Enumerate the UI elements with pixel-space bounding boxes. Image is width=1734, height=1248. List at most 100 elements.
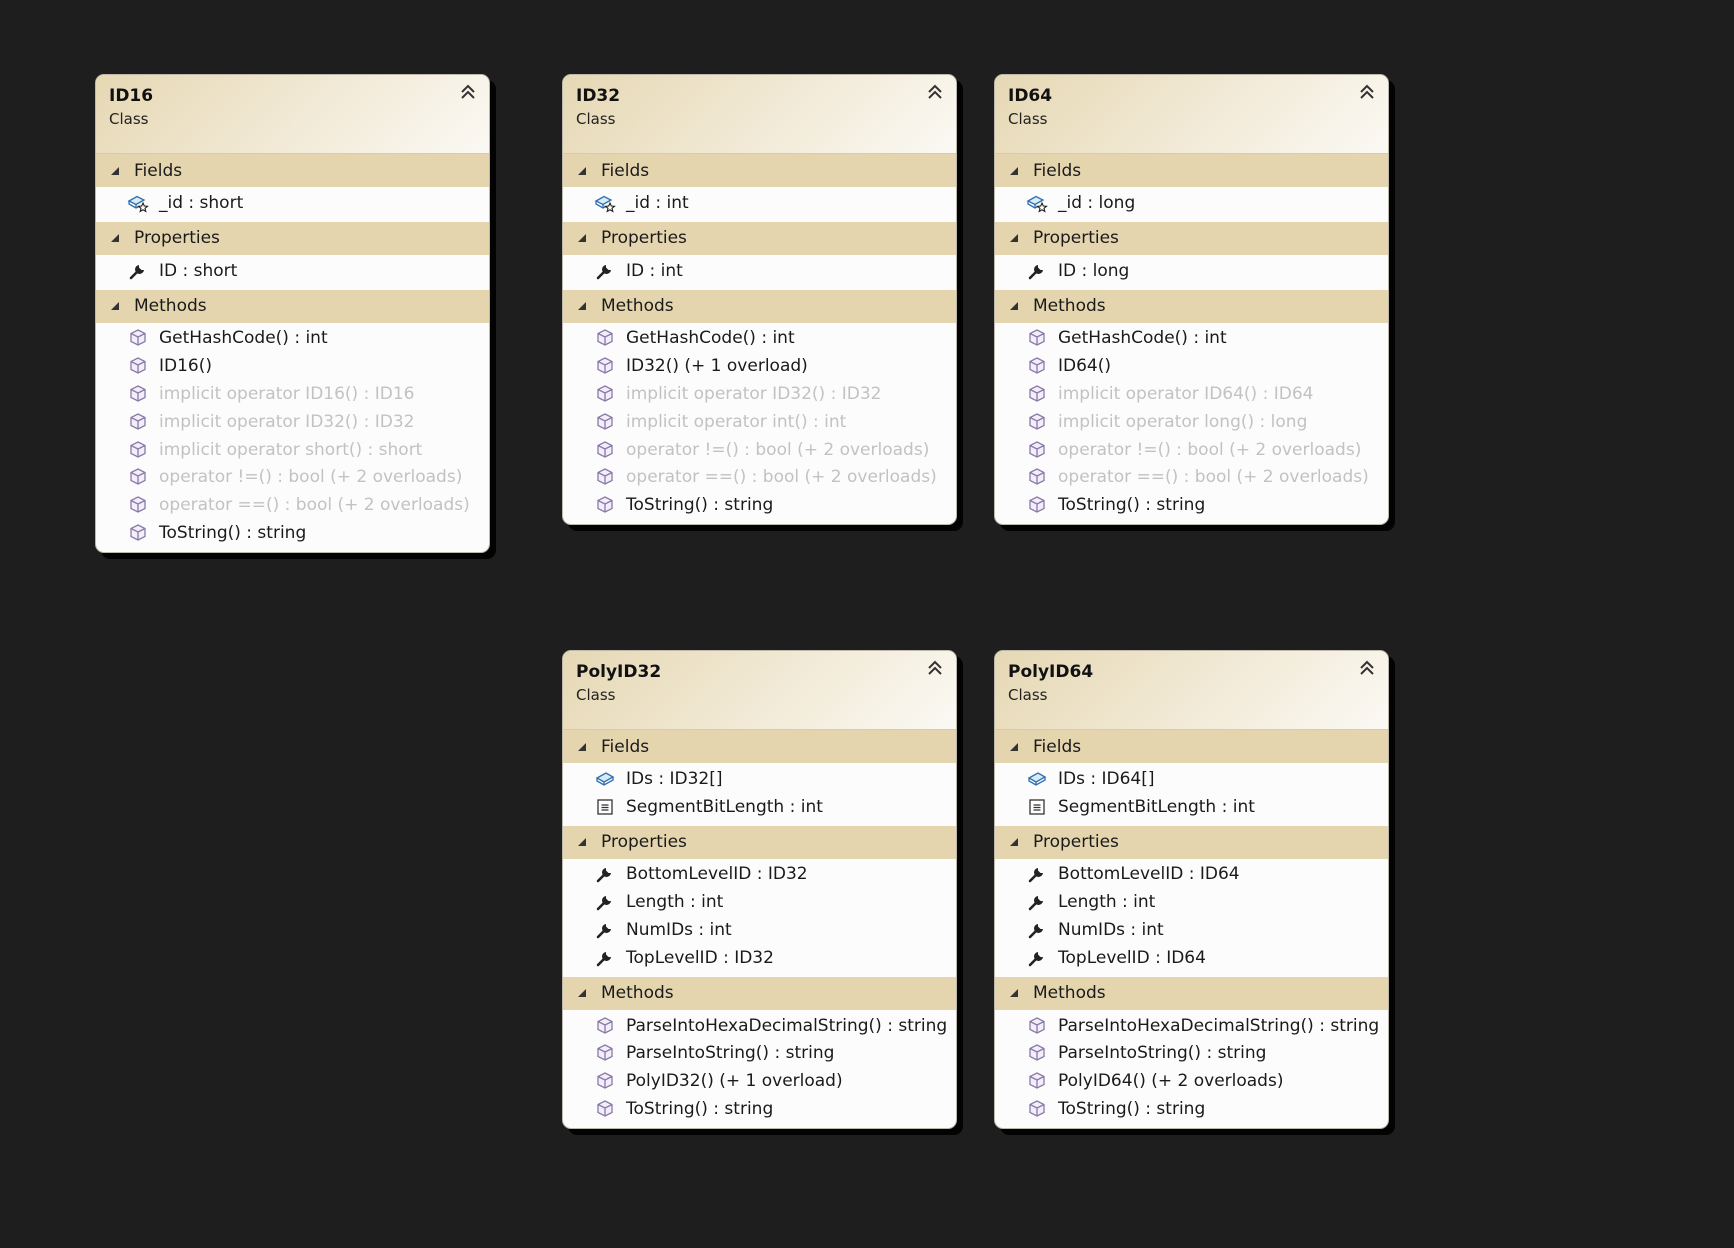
collapse-triangle-icon [111,234,119,243]
collapse-triangle-icon [1010,838,1018,847]
member-label: implicit operator short() : short [159,439,423,460]
collapse-triangle-icon [578,838,586,847]
method-icon [1026,466,1048,488]
member-row[interactable]: operator ==() : bool (+ 2 overloads) [96,491,489,519]
member-row[interactable]: ID16() [96,352,489,380]
member-row[interactable]: ID64() [995,352,1388,380]
member-row[interactable]: TopLevelID : ID32 [563,944,956,972]
member-row[interactable]: PolyID64() (+ 2 overloads) [995,1067,1388,1095]
member-row[interactable]: ParseIntoString() : string [995,1040,1388,1068]
member-label: BottomLevelID : ID32 [626,864,808,885]
collapse-chevron-icon[interactable] [1356,657,1378,679]
member-row[interactable]: operator !=() : bool (+ 2 overloads) [96,464,489,492]
member-row[interactable]: ToString() : string [96,519,489,547]
class-header[interactable]: PolyID64 Class [995,651,1388,730]
member-row[interactable]: BottomLevelID : ID64 [995,861,1388,889]
collapse-triangle-icon [578,742,586,751]
section-methods[interactable]: Methods [995,289,1388,323]
member-label: ParseIntoString() : string [626,1043,835,1064]
member-row[interactable]: ID32() (+ 1 overload) [563,352,956,380]
section-properties[interactable]: Properties [995,221,1388,255]
member-row[interactable]: NumIDs : int [995,916,1388,944]
member-label: implicit operator ID32() : ID32 [626,384,882,405]
member-row[interactable]: implicit operator int() : int [563,408,956,436]
member-row[interactable]: ToString() : string [995,491,1388,519]
section-properties[interactable]: Properties [995,825,1388,859]
member-row[interactable]: Length : int [995,888,1388,916]
member-row[interactable]: GetHashCode() : int [563,325,956,353]
class-box-polyid32[interactable]: PolyID32 Class Fields IDs : ID32[] Segme… [562,650,957,1129]
member-row[interactable]: _id : int [563,189,956,217]
member-row[interactable]: implicit operator long() : long [995,408,1388,436]
member-label: operator !=() : bool (+ 2 overloads) [1058,439,1362,460]
section-methods[interactable]: Methods [96,289,489,323]
member-row[interactable]: operator ==() : bool (+ 2 overloads) [563,464,956,492]
section-properties[interactable]: Properties [563,221,956,255]
member-row[interactable]: operator !=() : bool (+ 2 overloads) [995,436,1388,464]
member-row[interactable]: implicit operator ID64() : ID64 [995,380,1388,408]
class-name: PolyID32 [576,662,662,682]
class-box-id32[interactable]: ID32 Class Fields _id : int Properties I… [562,74,957,526]
member-row[interactable]: implicit operator ID32() : ID32 [96,408,489,436]
collapse-triangle-icon [1010,234,1018,243]
member-row[interactable]: ParseIntoHexaDecimalString() : string [995,1012,1388,1040]
section-fields[interactable]: Fields [563,154,956,187]
member-row[interactable]: ToString() : string [995,1095,1388,1123]
member-row[interactable]: TopLevelID : ID64 [995,944,1388,972]
member-row[interactable]: NumIDs : int [563,916,956,944]
protected-field-icon [127,192,149,214]
wrench-icon [1026,891,1048,913]
section-methods[interactable]: Methods [563,976,956,1010]
member-row[interactable]: _id : short [96,189,489,217]
member-row[interactable]: operator ==() : bool (+ 2 overloads) [995,464,1388,492]
section-methods[interactable]: Methods [995,976,1388,1010]
member-row[interactable]: implicit operator ID32() : ID32 [563,380,956,408]
member-row[interactable]: implicit operator ID16() : ID16 [96,380,489,408]
collapse-chevron-icon[interactable] [457,81,479,103]
member-row[interactable]: IDs : ID32[] [563,765,956,793]
field-icon [594,768,616,790]
member-row[interactable]: ParseIntoString() : string [563,1040,956,1068]
section-fields[interactable]: Fields [995,154,1388,187]
member-row[interactable]: ToString() : string [563,491,956,519]
member-row[interactable]: ParseIntoHexaDecimalString() : string [563,1012,956,1040]
collapse-chevron-icon[interactable] [924,81,946,103]
member-row[interactable]: PolyID32() (+ 1 overload) [563,1067,956,1095]
class-header[interactable]: ID64 Class [995,75,1388,154]
collapse-chevron-icon[interactable] [1356,81,1378,103]
member-row[interactable]: ToString() : string [563,1095,956,1123]
method-icon [127,383,149,405]
method-icon [127,466,149,488]
class-box-id16[interactable]: ID16 Class Fields _id : short Properties… [95,74,490,553]
member-row[interactable]: ID : int [563,257,956,285]
section-properties[interactable]: Properties [563,825,956,859]
member-row[interactable]: ID : long [995,257,1388,285]
class-header[interactable]: ID16 Class [96,75,489,154]
member-label: implicit operator ID32() : ID32 [159,411,415,432]
section-fields[interactable]: Fields [96,154,489,187]
member-row[interactable]: operator !=() : bool (+ 2 overloads) [563,436,956,464]
member-row[interactable]: implicit operator short() : short [96,436,489,464]
section-fields[interactable]: Fields [563,730,956,763]
member-row[interactable]: GetHashCode() : int [995,325,1388,353]
member-row[interactable]: SegmentBitLength : int [995,793,1388,821]
section-properties[interactable]: Properties [96,221,489,255]
member-row[interactable]: IDs : ID64[] [995,765,1388,793]
method-icon [127,327,149,349]
class-stereotype: Class [109,110,149,128]
class-stereotype: Class [576,686,616,704]
member-row[interactable]: BottomLevelID : ID32 [563,861,956,889]
member-row[interactable]: ID : short [96,257,489,285]
collapse-chevron-icon[interactable] [924,657,946,679]
class-box-polyid64[interactable]: PolyID64 Class Fields IDs : ID64[] Segme… [994,650,1389,1129]
class-box-id64[interactable]: ID64 Class Fields _id : long Properties … [994,74,1389,526]
collapse-triangle-icon [111,166,119,175]
member-row[interactable]: _id : long [995,189,1388,217]
class-header[interactable]: PolyID32 Class [563,651,956,730]
member-row[interactable]: SegmentBitLength : int [563,793,956,821]
class-header[interactable]: ID32 Class [563,75,956,154]
member-row[interactable]: GetHashCode() : int [96,325,489,353]
section-fields[interactable]: Fields [995,730,1388,763]
section-methods[interactable]: Methods [563,289,956,323]
member-row[interactable]: Length : int [563,888,956,916]
